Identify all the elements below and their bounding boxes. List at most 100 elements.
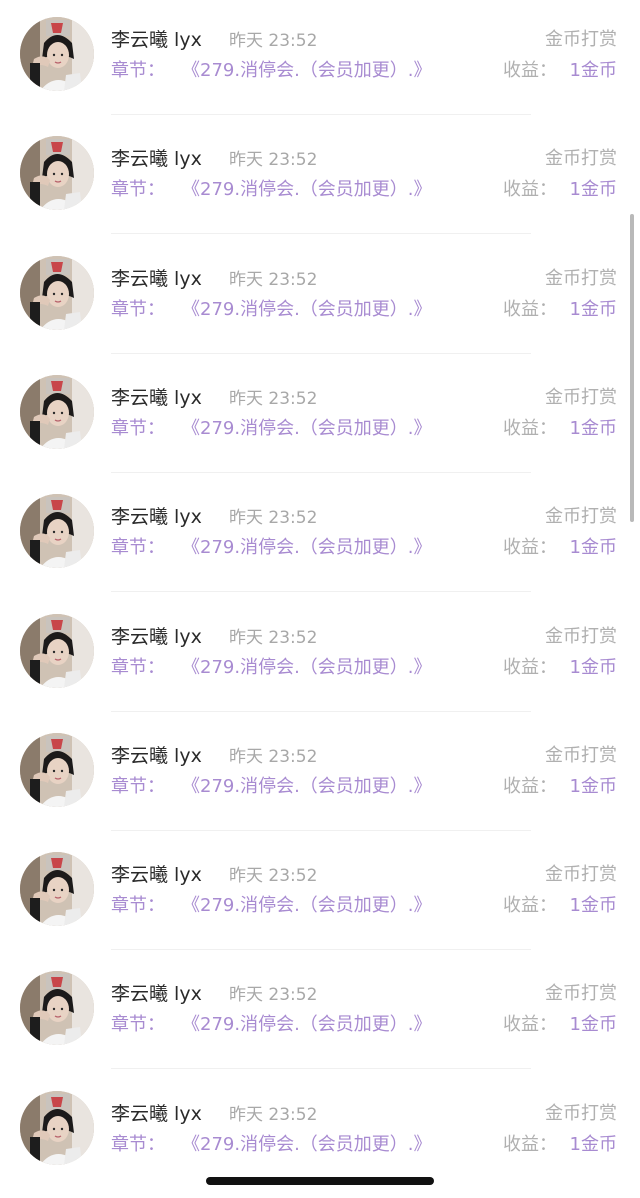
record-time: 昨天 23:52: [229, 1104, 318, 1125]
chapter-title[interactable]: 《279.消停会.（会员加更）.》: [182, 656, 432, 680]
income-label: 收益：: [503, 656, 557, 678]
user-avatar[interactable]: [20, 852, 94, 927]
user-avatar[interactable]: [20, 613, 94, 688]
income-value: 1金币: [569, 656, 617, 678]
user-avatar[interactable]: [20, 374, 94, 449]
row-divider: [111, 1068, 531, 1070]
income-label: 收益：: [503, 60, 557, 81]
reward-type: 金币打赏: [545, 148, 617, 170]
income-label: 收益：: [503, 895, 557, 917]
user-avatar[interactable]: [20, 136, 94, 211]
row-divider: [111, 591, 531, 593]
chapter-label: 章节：: [111, 1014, 165, 1036]
income-value: 1金币: [569, 179, 617, 201]
income-value: 1金币: [569, 1014, 617, 1036]
reward-record-row[interactable]: 李云曦 lyx 昨天 23:52 金币打赏 章节： 《279.消停会.（会员加更…: [0, 835, 640, 954]
record-time: 昨天 23:52: [229, 508, 318, 529]
row-divider: [111, 114, 531, 115]
user-name[interactable]: 李云曦 lyx: [111, 28, 202, 52]
user-avatar[interactable]: [20, 494, 94, 569]
income-label: 收益：: [503, 1014, 557, 1036]
record-time: 昨天 23:52: [229, 627, 318, 648]
chapter-title[interactable]: 《279.消停会.（会员加更）.》: [182, 178, 432, 202]
row-divider: [111, 471, 531, 473]
chapter-title[interactable]: 《279.消停会.（会员加更）.》: [182, 298, 432, 322]
record-time: 昨天 23:52: [229, 746, 318, 767]
reward-type: 金币打赏: [545, 267, 617, 289]
chapter-label: 章节：: [111, 656, 165, 678]
record-time: 昨天 23:52: [229, 388, 318, 409]
chapter-label: 章节：: [111, 775, 165, 797]
scrollbar[interactable]: [630, 214, 634, 522]
user-name[interactable]: 李云曦 lyx: [111, 386, 202, 410]
income-label: 收益：: [503, 1133, 557, 1155]
record-time: 昨天 23:52: [229, 985, 318, 1006]
user-name[interactable]: 李云曦 lyx: [111, 1102, 202, 1126]
chapter-title[interactable]: 《279.消停会.（会员加更）.》: [182, 1013, 432, 1037]
reward-record-row[interactable]: 李云曦 lyx 昨天 23:52 金币打赏 章节： 《279.消停会.（会员加更…: [0, 0, 640, 119]
reward-type: 金币打赏: [545, 29, 617, 50]
income-label: 收益：: [503, 417, 557, 439]
chapter-label: 章节：: [111, 179, 165, 201]
row-divider: [111, 829, 531, 831]
income-value: 1金币: [569, 1133, 617, 1155]
user-name[interactable]: 李云曦 lyx: [111, 625, 202, 649]
user-name[interactable]: 李云曦 lyx: [111, 505, 202, 529]
reward-record-row[interactable]: 李云曦 lyx 昨天 23:52 金币打赏 章节： 《279.消停会.（会员加更…: [0, 239, 640, 358]
chapter-label: 章节：: [111, 537, 165, 559]
income-value: 1金币: [569, 537, 617, 559]
user-name[interactable]: 李云曦 lyx: [111, 267, 202, 291]
chapter-title[interactable]: 《279.消停会.（会员加更）.》: [182, 1133, 432, 1157]
user-avatar[interactable]: [20, 1090, 94, 1165]
income-value: 1金币: [569, 298, 617, 320]
income-value: 1金币: [569, 417, 617, 439]
reward-type: 金币打赏: [545, 1102, 617, 1124]
home-indicator[interactable]: [206, 1177, 434, 1185]
income-label: 收益：: [503, 775, 557, 797]
income-label: 收益：: [503, 537, 557, 559]
user-avatar[interactable]: [20, 255, 94, 330]
income-label: 收益：: [503, 179, 557, 201]
row-divider: [111, 233, 531, 235]
chapter-label: 章节：: [111, 60, 165, 81]
record-time: 昨天 23:52: [229, 31, 318, 51]
reward-type: 金币打赏: [545, 386, 617, 408]
user-name[interactable]: 李云曦 lyx: [111, 147, 202, 171]
reward-type: 金币打赏: [545, 864, 617, 886]
reward-record-row[interactable]: 李云曦 lyx 昨天 23:52 金币打赏 章节： 《279.消停会.（会员加更…: [0, 119, 640, 238]
reward-record-row[interactable]: 李云曦 lyx 昨天 23:52 金币打赏 章节： 《279.消停会.（会员加更…: [0, 358, 640, 477]
chapter-title[interactable]: 《279.消停会.（会员加更）.》: [182, 536, 432, 560]
user-avatar[interactable]: [20, 732, 94, 807]
record-time: 昨天 23:52: [229, 866, 318, 887]
row-divider: [111, 352, 531, 354]
reward-record-row[interactable]: 李云曦 lyx 昨天 23:52 金币打赏 章节： 《279.消停会.（会员加更…: [0, 716, 640, 835]
record-time: 昨天 23:52: [229, 269, 318, 290]
chapter-title[interactable]: 《279.消停会.（会员加更）.》: [182, 894, 432, 918]
record-time: 昨天 23:52: [229, 150, 318, 171]
user-avatar[interactable]: [20, 971, 94, 1046]
chapter-title[interactable]: 《279.消停会.（会员加更）.》: [182, 775, 432, 799]
reward-record-row[interactable]: 李云曦 lyx 昨天 23:52 金币打赏 章节： 《279.消停会.（会员加更…: [0, 1074, 640, 1193]
chapter-label: 章节：: [111, 417, 165, 439]
row-divider: [111, 710, 531, 712]
reward-type: 金币打赏: [545, 625, 617, 647]
reward-type: 金币打赏: [545, 983, 617, 1005]
user-name[interactable]: 李云曦 lyx: [111, 744, 202, 768]
income-value: 1金币: [569, 775, 617, 797]
income-label: 收益：: [503, 298, 557, 320]
income-value: 1金币: [569, 60, 617, 81]
income-value: 1金币: [569, 895, 617, 917]
chapter-title[interactable]: 《279.消停会.（会员加更）.》: [182, 59, 432, 83]
chapter-label: 章节：: [111, 1133, 165, 1155]
reward-type: 金币打赏: [545, 506, 617, 528]
reward-record-row[interactable]: 李云曦 lyx 昨天 23:52 金币打赏 章节： 《279.消停会.（会员加更…: [0, 477, 640, 596]
chapter-label: 章节：: [111, 298, 165, 320]
chapter-label: 章节：: [111, 895, 165, 917]
chapter-title[interactable]: 《279.消停会.（会员加更）.》: [182, 417, 432, 441]
user-name[interactable]: 李云曦 lyx: [111, 982, 202, 1006]
user-avatar[interactable]: [20, 17, 94, 91]
reward-record-row[interactable]: 李云曦 lyx 昨天 23:52 金币打赏 章节： 《279.消停会.（会员加更…: [0, 954, 640, 1073]
reward-type: 金币打赏: [545, 744, 617, 766]
reward-record-row[interactable]: 李云曦 lyx 昨天 23:52 金币打赏 章节： 《279.消停会.（会员加更…: [0, 597, 640, 716]
user-name[interactable]: 李云曦 lyx: [111, 863, 202, 887]
